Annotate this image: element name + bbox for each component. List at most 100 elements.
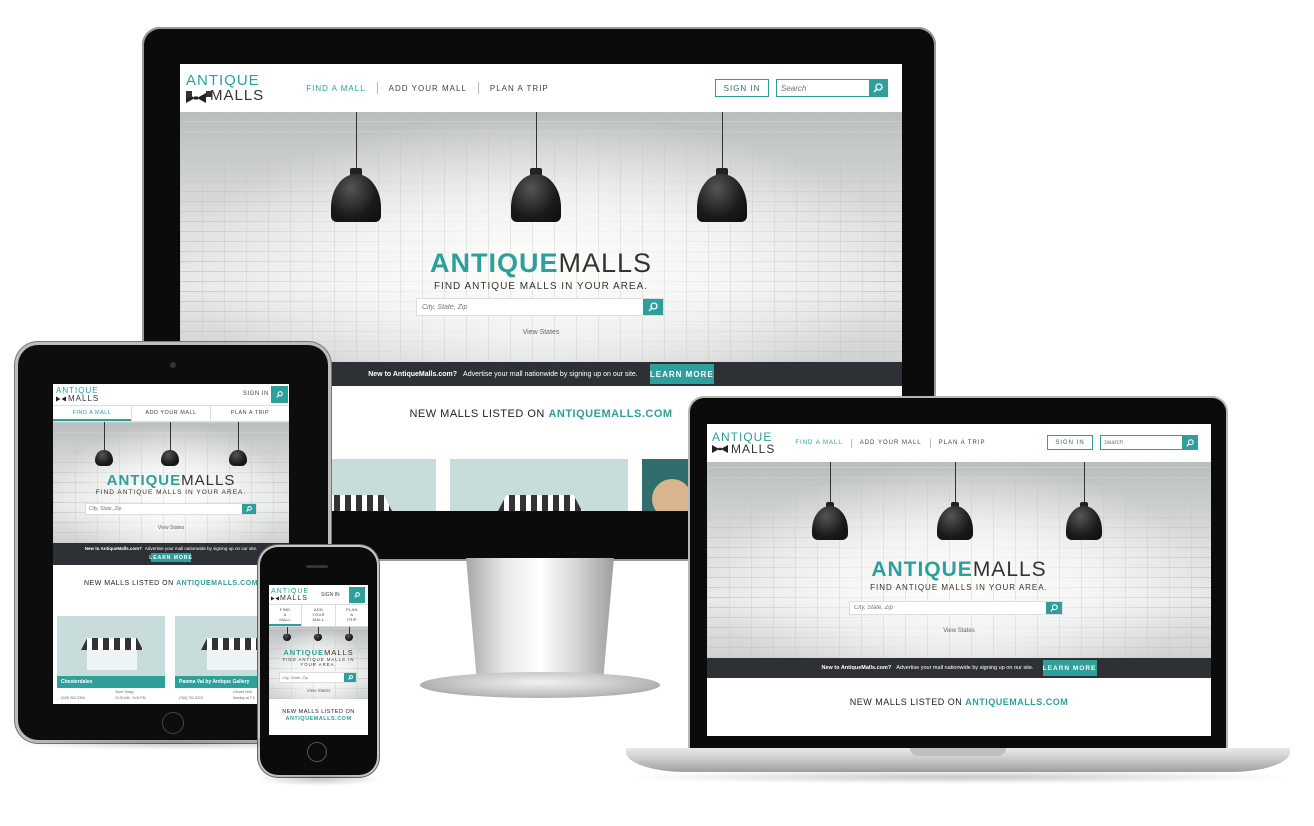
nav-plan-a-trip[interactable]: PLAN A TRIP xyxy=(490,84,549,93)
tablet-header: ANTIQUE MALLS SIGN IN xyxy=(53,384,289,406)
site-logo[interactable]: ANTIQUE MALLS xyxy=(271,588,309,602)
laptop-header: ANTIQUE MALLS FIND A MALL ADD YOUR MALL … xyxy=(707,424,1211,462)
new-malls-heading: NEW MALLS LISTED ON ANTIQUEMALLS.COM xyxy=(282,709,355,722)
mall-card[interactable] xyxy=(57,616,165,676)
mall-card-phone: (239) 262-3354 xyxy=(61,696,85,700)
hero-subtitle: FIND ANTIQUE MALLS IN YOUR AREA. xyxy=(282,657,355,667)
phone-speaker xyxy=(306,565,328,568)
logo-line2: MALLS xyxy=(210,87,265,104)
search-button[interactable] xyxy=(271,386,288,403)
bowtie-icon xyxy=(712,445,728,453)
search-icon xyxy=(648,302,658,312)
tablet-screen: ANTIQUE MALLS SIGN IN FIND A MALL ADD YO… xyxy=(53,384,289,704)
phone-tabs: FIND A MALL ADD YOUR MALL PLAN A TRIP xyxy=(269,605,368,627)
hero-banner: ANTIQUEMALLS FIND ANTIQUE MALLS IN YOUR … xyxy=(707,462,1211,658)
learn-more-button[interactable]: LEARN MORE xyxy=(649,364,714,384)
pendant-lamp xyxy=(330,112,382,224)
search-button[interactable] xyxy=(869,80,887,96)
sign-in-button[interactable]: SIGN IN xyxy=(243,391,269,397)
view-states-link[interactable]: View States xyxy=(707,628,1211,634)
mall-card-hours: 11:00 AM - 6:00 PM xyxy=(115,696,146,700)
view-states-link[interactable]: View States xyxy=(180,329,902,336)
header-search xyxy=(776,79,888,97)
hero-search xyxy=(85,503,257,515)
search-icon xyxy=(276,391,283,398)
pendant-lamp xyxy=(696,112,748,224)
header-search xyxy=(1100,435,1198,450)
hero-search xyxy=(279,672,357,683)
laptop-notch xyxy=(910,748,1006,756)
logo-line1: ANTIQUE xyxy=(186,72,260,89)
bowtie-icon xyxy=(271,596,279,600)
search-button[interactable] xyxy=(349,587,365,603)
site-logo[interactable]: ANTIQUE MALLS xyxy=(186,73,264,103)
tab-plan-a-trip[interactable]: PLAN A TRIP xyxy=(334,605,368,626)
main-nav: FIND A MALL ADD YOUR MALL PLAN A TRIP xyxy=(306,82,549,94)
tab-add-your-mall[interactable]: ADD YOUR MALL xyxy=(301,605,334,626)
view-states-link[interactable]: View States xyxy=(53,525,289,531)
hero-subtitle: FIND ANTIQUE MALLS IN YOUR AREA. xyxy=(95,489,247,496)
desktop-header: ANTIQUE MALLS FIND A MALL ADD YOUR MALL … xyxy=(180,64,902,112)
sign-in-button[interactable]: SIGN IN xyxy=(321,592,340,598)
nav-plan-a-trip[interactable]: PLAN A TRIP xyxy=(939,440,986,446)
search-icon xyxy=(1050,604,1058,612)
mall-card-phone: (760) 722-5212 xyxy=(179,696,203,700)
search-icon xyxy=(873,83,883,93)
search-icon xyxy=(354,592,360,598)
promo-bar: New to AntiqueMalls.com? Advertise your m… xyxy=(53,543,289,565)
promo-lead: New to AntiqueMalls.com? xyxy=(368,370,458,378)
nav-add-your-mall[interactable]: ADD YOUR MALL xyxy=(389,84,467,93)
pendant-lamp xyxy=(510,112,562,224)
hero-search xyxy=(849,601,1063,615)
location-search-button[interactable] xyxy=(643,299,663,315)
tab-plan-a-trip[interactable]: PLAN A TRIP xyxy=(210,406,289,421)
search-icon xyxy=(347,675,353,680)
location-search-input[interactable] xyxy=(86,504,242,514)
site-logo[interactable]: ANTIQUE MALLS xyxy=(712,431,775,455)
monitor-stand-base xyxy=(420,672,660,698)
location-search-input[interactable] xyxy=(280,673,344,682)
search-input[interactable] xyxy=(1101,436,1182,449)
view-states-link[interactable]: View States xyxy=(269,688,368,693)
tab-find-a-mall[interactable]: FIND A MALL xyxy=(269,605,302,626)
promo-text: Advertise your mall nationwide by signin… xyxy=(463,370,638,378)
tab-find-a-mall[interactable]: FIND A MALL xyxy=(53,406,131,421)
search-input[interactable] xyxy=(777,80,869,96)
hero-title: ANTIQUEMALLS xyxy=(283,648,354,657)
site-logo[interactable]: ANTIQUE MALLS xyxy=(56,386,99,403)
mall-card-caption: Chesterdales xyxy=(57,676,165,688)
hero-search xyxy=(416,298,664,316)
mall-card[interactable] xyxy=(450,459,628,511)
laptop-screen: ANTIQUE MALLS FIND A MALL ADD YOUR MALL … xyxy=(707,424,1211,736)
bowtie-icon xyxy=(56,396,66,401)
mall-card-hours: Sunday at 7:3 xyxy=(233,696,255,700)
hero-title: ANTIQUEMALLS xyxy=(871,558,1047,581)
nav-find-a-mall[interactable]: FIND A MALL xyxy=(306,84,365,93)
hero-banner: ANTIQUEMALLS FIND ANTIQUE MALLS IN YOUR … xyxy=(53,422,289,543)
hero-subtitle: FIND ANTIQUE MALLS IN YOUR AREA. xyxy=(433,281,649,292)
promo-bar: New to AntiqueMalls.com? Advertise your … xyxy=(707,658,1211,678)
nav-add-your-mall[interactable]: ADD YOUR MALL xyxy=(860,440,922,446)
sign-in-button[interactable]: SIGN IN xyxy=(1047,435,1093,450)
learn-more-button[interactable]: LEARN MORE xyxy=(1042,660,1097,676)
search-icon xyxy=(1185,438,1194,447)
bowtie-icon xyxy=(186,90,212,103)
location-search-input[interactable] xyxy=(417,299,643,315)
monitor-stand xyxy=(466,558,614,678)
hero-subtitle: FIND ANTIQUE MALLS IN YOUR AREA. xyxy=(870,583,1048,592)
search-button[interactable] xyxy=(1182,436,1197,449)
mall-card-hours-label: Store Today xyxy=(115,690,134,694)
phone-header: ANTIQUE MALLS SIGN IN xyxy=(269,585,368,605)
sign-in-button[interactable]: SIGN IN xyxy=(715,79,769,97)
phone-screen: ANTIQUE MALLS SIGN IN FIND A MALL ADD YO… xyxy=(269,585,368,735)
nav-find-a-mall[interactable]: FIND A MALL xyxy=(795,440,842,446)
hero-title: ANTIQUEMALLS xyxy=(106,472,236,489)
hero-title: ANTIQUEMALLS xyxy=(429,248,653,278)
tab-add-your-mall[interactable]: ADD YOUR MALL xyxy=(131,406,210,421)
search-icon xyxy=(246,506,252,512)
location-search-input[interactable] xyxy=(850,602,1046,614)
main-nav: FIND A MALL ADD YOUR MALL PLAN A TRIP xyxy=(795,438,986,448)
learn-more-button[interactable]: LEARN MORE xyxy=(149,553,192,562)
mall-card-hours-label: Closed Until xyxy=(233,690,252,694)
new-malls-heading: NEW MALLS LISTED ON ANTIQUEMALLS.COM xyxy=(849,697,1069,707)
